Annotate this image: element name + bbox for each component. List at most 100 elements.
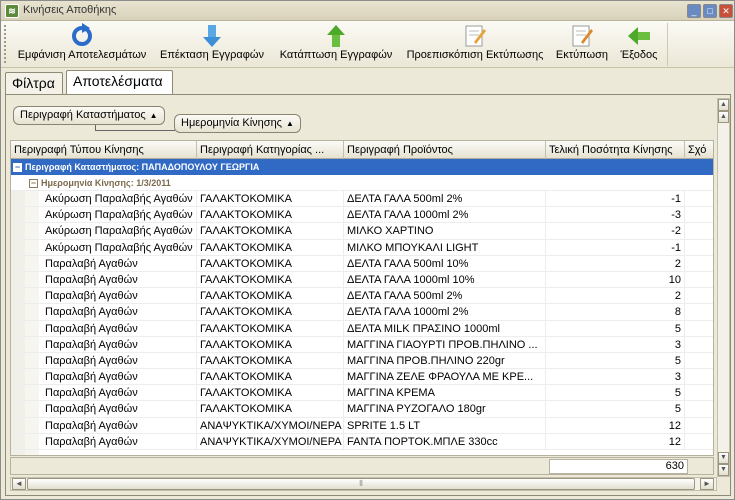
collapse-records-button[interactable]: Κατάπτωση Εγγραφών xyxy=(274,23,398,66)
table-row[interactable]: Παραλαβή Αγαθών ΓΑΛΑΚΤΟΚΟΜΙΚΑ ΜΑΓΓΙΝΑ ΖΕΛΕ… xyxy=(11,369,713,386)
cell-product[interactable]: ΔΕΛΤΑ ΓΑΛΑ 500ml 2% xyxy=(344,288,546,305)
cell-movement-type[interactable]: Παραλαβή Αγαθών xyxy=(39,369,197,386)
cell-category[interactable]: ΓΑΛΑΚΤΟΚΟΜΙΚΑ xyxy=(197,369,344,386)
cell-movement-type[interactable]: Παραλαβή Αγαθών xyxy=(39,433,197,450)
cell-product[interactable]: ΜΙΛΚΟ ΧΑΡΤΙΝΟ xyxy=(344,223,546,240)
close-button[interactable]: ✕ xyxy=(719,4,733,18)
exit-button[interactable]: Έξοδος xyxy=(614,23,664,66)
expand-records-button[interactable]: Επέκταση Εγγραφών xyxy=(155,23,269,66)
cell-category[interactable]: ΑΝΑΨΥΚΤΙΚΑ/ΧΥΜΟΙ/ΝΕΡΑ xyxy=(197,417,344,434)
cell-quantity[interactable]: 5 xyxy=(546,352,685,369)
cell-comments[interactable] xyxy=(685,337,713,353)
table-row[interactable]: Παραλαβή Αγαθών ΓΑΛΑΚΤΟΚΟΜΙΚΑ ΔΕΛΤΑ ΓΑΛΑ 5… xyxy=(11,288,713,305)
cell-movement-type[interactable]: Παραλαβή Αγαθών xyxy=(39,271,197,288)
table-row[interactable]: Ακύρωση Παραλαβής Αγαθών ΓΑΛΑΚΤΟΚΟΜΙΚΑ ΔΕΛ… xyxy=(11,207,713,224)
cell-movement-type[interactable]: Ακύρωση Παραλαβής Αγαθών xyxy=(39,239,197,256)
cell-category[interactable]: ΓΑΛΑΚΤΟΚΟΜΙΚΑ xyxy=(197,336,344,353)
table-row[interactable]: Παραλαβή Αγαθών ΓΑΛΑΚΤΟΚΟΜΙΚΑ ΜΑΓΓΙΝΑ ΡΥΖΟ… xyxy=(11,401,713,418)
group-chip-date[interactable]: Ημερομηνία Κίνησης ▲ xyxy=(174,114,301,133)
print-button[interactable]: Εκτύπωση xyxy=(552,23,612,66)
minimize-button[interactable]: _ xyxy=(687,4,701,18)
cell-product[interactable]: ΔΕΛΤΑ ΓΑΛΑ 500ml 10% xyxy=(344,255,546,272)
cell-quantity[interactable]: -2 xyxy=(546,223,685,240)
cell-quantity[interactable]: 8 xyxy=(546,304,685,321)
table-row[interactable]: Ακύρωση Παραλαβής Αγαθών ΓΑΛΑΚΤΟΚΟΜΙΚΑ ΔΕΛ… xyxy=(11,191,713,208)
cell-comments[interactable] xyxy=(685,304,713,320)
scroll-up-icon[interactable]: ▲ xyxy=(718,111,729,123)
cell-category[interactable]: ΓΑΛΑΚΤΟΚΟΜΙΚΑ xyxy=(197,320,344,337)
table-row[interactable]: Παραλαβή Αγαθών ΓΑΛΑΚΤΟΚΟΜΙΚΑ ΜΑΓΓΙΝΑ ΚΡΕΜ… xyxy=(11,385,713,402)
table-row[interactable]: Παραλαβή Αγαθών ΓΑΛΑΚΤΟΚΟΜΙΚΑ ΜΑΓΓΙΝΑ ΠΡΟΒ… xyxy=(11,352,713,370)
cell-quantity[interactable]: 10 xyxy=(546,271,685,288)
cell-movement-type[interactable]: Ακύρωση Παραλαβής Αγαθών xyxy=(39,191,197,207)
cell-movement-type[interactable]: Παραλαβή Αγαθών xyxy=(39,401,197,418)
cell-comments[interactable] xyxy=(685,418,713,434)
cell-category[interactable]: ΓΑΛΑΚΤΟΚΟΜΙΚΑ xyxy=(197,255,344,272)
cell-product[interactable]: FANTA ΠΟΡΤΟΚ.ΜΠΛΕ 330cc xyxy=(344,433,546,450)
cell-quantity[interactable]: -1 xyxy=(546,191,685,207)
column-header-category[interactable]: Περιγραφή Κατηγορίας ... xyxy=(197,141,344,159)
table-row[interactable]: Παραλαβή Αγαθών ΓΑΛΑΚΤΟΚΟΜΙΚΑ ΔΕΛΤΑ ΓΑΛΑ 1… xyxy=(11,271,713,289)
cell-comments[interactable] xyxy=(685,272,713,288)
scroll-left-icon[interactable]: ◄ xyxy=(12,478,26,490)
cell-product[interactable]: ΜΑΓΓΙΝΑ ΓΙΑΟΥΡΤΙ ΠΡΟΒ.ΠΗΛΙΝΟ ... xyxy=(344,336,546,353)
cell-comments[interactable] xyxy=(685,369,713,385)
cell-product[interactable]: ΜΑΓΓΙΝΑ ΡΥΖΟΓΑΛΟ 180gr xyxy=(344,401,546,418)
cell-quantity[interactable]: 12 xyxy=(546,433,685,450)
scroll-right-icon[interactable]: ► xyxy=(700,478,714,490)
cell-product[interactable]: ΔΕΛΤΑ MILK ΠΡΑΣΙΝΟ 1000ml xyxy=(344,320,546,337)
cell-category[interactable]: ΓΑΛΑΚΤΟΚΟΜΙΚΑ xyxy=(197,207,344,224)
cell-movement-type[interactable]: Παραλαβή Αγαθών xyxy=(39,304,197,321)
cell-movement-type[interactable]: Παραλαβή Αγαθών xyxy=(39,255,197,272)
cell-category[interactable]: ΓΑΛΑΚΤΟΚΟΜΙΚΑ xyxy=(197,191,344,207)
cell-quantity[interactable]: 12 xyxy=(546,417,685,434)
table-row[interactable]: Ακύρωση Παραλαβής Αγαθών ΓΑΛΑΚΤΟΚΟΜΙΚΑ ΜΙΛ… xyxy=(11,239,713,256)
column-header-comments[interactable]: Σχό xyxy=(685,141,713,159)
cell-comments[interactable] xyxy=(685,385,713,401)
maximize-button[interactable]: □ xyxy=(703,4,717,18)
cell-category[interactable]: ΑΝΑΨΥΚΤΙΚΑ/ΧΥΜΟΙ/ΝΕΡΑ xyxy=(197,433,344,450)
cell-quantity[interactable]: 5 xyxy=(546,401,685,418)
cell-quantity[interactable]: 3 xyxy=(546,369,685,386)
scroll-top-icon[interactable]: ▲ xyxy=(718,99,729,111)
cell-comments[interactable] xyxy=(685,223,713,239)
show-results-button[interactable]: Εμφάνιση Αποτελεσμάτων xyxy=(13,23,151,66)
cell-product[interactable]: ΔΕΛΤΑ ΓΑΛΑ 1000ml 2% xyxy=(344,304,546,321)
group-row-store[interactable]: − Περιγραφή Καταστήματος: ΠΑΠΑΔΟΠΟΥΛΟΥ Γ… xyxy=(11,159,713,175)
cell-comments[interactable] xyxy=(685,321,713,337)
table-row[interactable]: Παραλαβή Αγαθών ΑΝΑΨΥΚΤΙΚΑ/ΧΥΜΟΙ/ΝΕΡΑ FANT… xyxy=(11,433,713,450)
collapse-icon[interactable]: − xyxy=(13,163,22,172)
cell-product[interactable]: ΔΕΛΤΑ ΓΑΛΑ 1000ml 2% xyxy=(344,207,546,224)
table-row[interactable]: Παραλαβή Αγαθών ΓΑΛΑΚΤΟΚΟΜΙΚΑ ΜΑΓΓΙΝΑ ΓΙΑΟ… xyxy=(11,336,713,353)
cell-category[interactable]: ΓΑΛΑΚΤΟΚΟΜΙΚΑ xyxy=(197,385,344,402)
cell-movement-type[interactable]: Ακύρωση Παραλαβής Αγαθών xyxy=(39,207,197,224)
cell-comments[interactable] xyxy=(685,353,713,369)
table-row[interactable]: Παραλαβή Αγαθών ΓΑΛΑΚΤΟΚΟΜΙΚΑ ΔΕΛΤΑ MILK Π… xyxy=(11,320,713,337)
column-header-product[interactable]: Περιγραφή Προϊόντος xyxy=(344,141,546,159)
cell-comments[interactable] xyxy=(685,288,713,304)
table-row[interactable]: Παραλαβή Αγαθών ΓΑΛΑΚΤΟΚΟΜΙΚΑ ΔΕΛΤΑ ΓΑΛΑ 5… xyxy=(11,255,713,272)
scroll-bottom-icon[interactable]: ▼ xyxy=(718,464,729,476)
cell-category[interactable]: ΓΑΛΑΚΤΟΚΟΜΙΚΑ xyxy=(197,239,344,256)
table-row[interactable]: Ακύρωση Παραλαβής Αγαθών ΓΑΛΑΚΤΟΚΟΜΙΚΑ ΜΙΛ… xyxy=(11,223,713,240)
cell-category[interactable]: ΓΑΛΑΚΤΟΚΟΜΙΚΑ xyxy=(197,288,344,305)
cell-category[interactable]: ΓΑΛΑΚΤΟΚΟΜΙΚΑ xyxy=(197,271,344,288)
cell-product[interactable]: ΔΕΛΤΑ ΓΑΛΑ 1000ml 10% xyxy=(344,271,546,288)
cell-movement-type[interactable]: Ακύρωση Παραλαβής Αγαθών xyxy=(39,223,197,240)
collapse-icon[interactable]: − xyxy=(29,179,38,188)
cell-movement-type[interactable]: Παραλαβή Αγαθών xyxy=(39,385,197,402)
cell-comments[interactable] xyxy=(685,434,713,450)
cell-movement-type[interactable]: Παραλαβή Αγαθών xyxy=(39,352,197,369)
group-row-date[interactable]: − Ημερομηνία Κίνησης: 1/3/2011 xyxy=(11,175,713,191)
column-header-movement-type[interactable]: Περιγραφή Τύπου Κίνησης xyxy=(11,141,197,159)
cell-product[interactable]: ΜΑΓΓΙΝΑ ΚΡΕΜΑ xyxy=(344,385,546,402)
print-preview-button[interactable]: Προεπισκόπιση Εκτύπωσης xyxy=(402,23,548,66)
cell-product[interactable]: SPRITE 1.5 LT xyxy=(344,417,546,434)
tab-filters[interactable]: Φίλτρα xyxy=(5,72,63,94)
toolbar-grip[interactable] xyxy=(4,25,8,63)
toolbar-overflow-icon[interactable] xyxy=(667,23,673,66)
cell-product[interactable]: ΜΑΓΓΙΝΑ ΠΡΟΒ.ΠΗΛΙΝΟ 220gr xyxy=(344,352,546,369)
cell-product[interactable]: ΜΑΓΓΙΝΑ ΖΕΛΕ ΦΡΑΟΥΛΑ ΜΕ ΚΡΕ... xyxy=(344,369,546,386)
cell-comments[interactable] xyxy=(685,401,713,417)
cell-category[interactable]: ΓΑΛΑΚΤΟΚΟΜΙΚΑ xyxy=(197,352,344,369)
